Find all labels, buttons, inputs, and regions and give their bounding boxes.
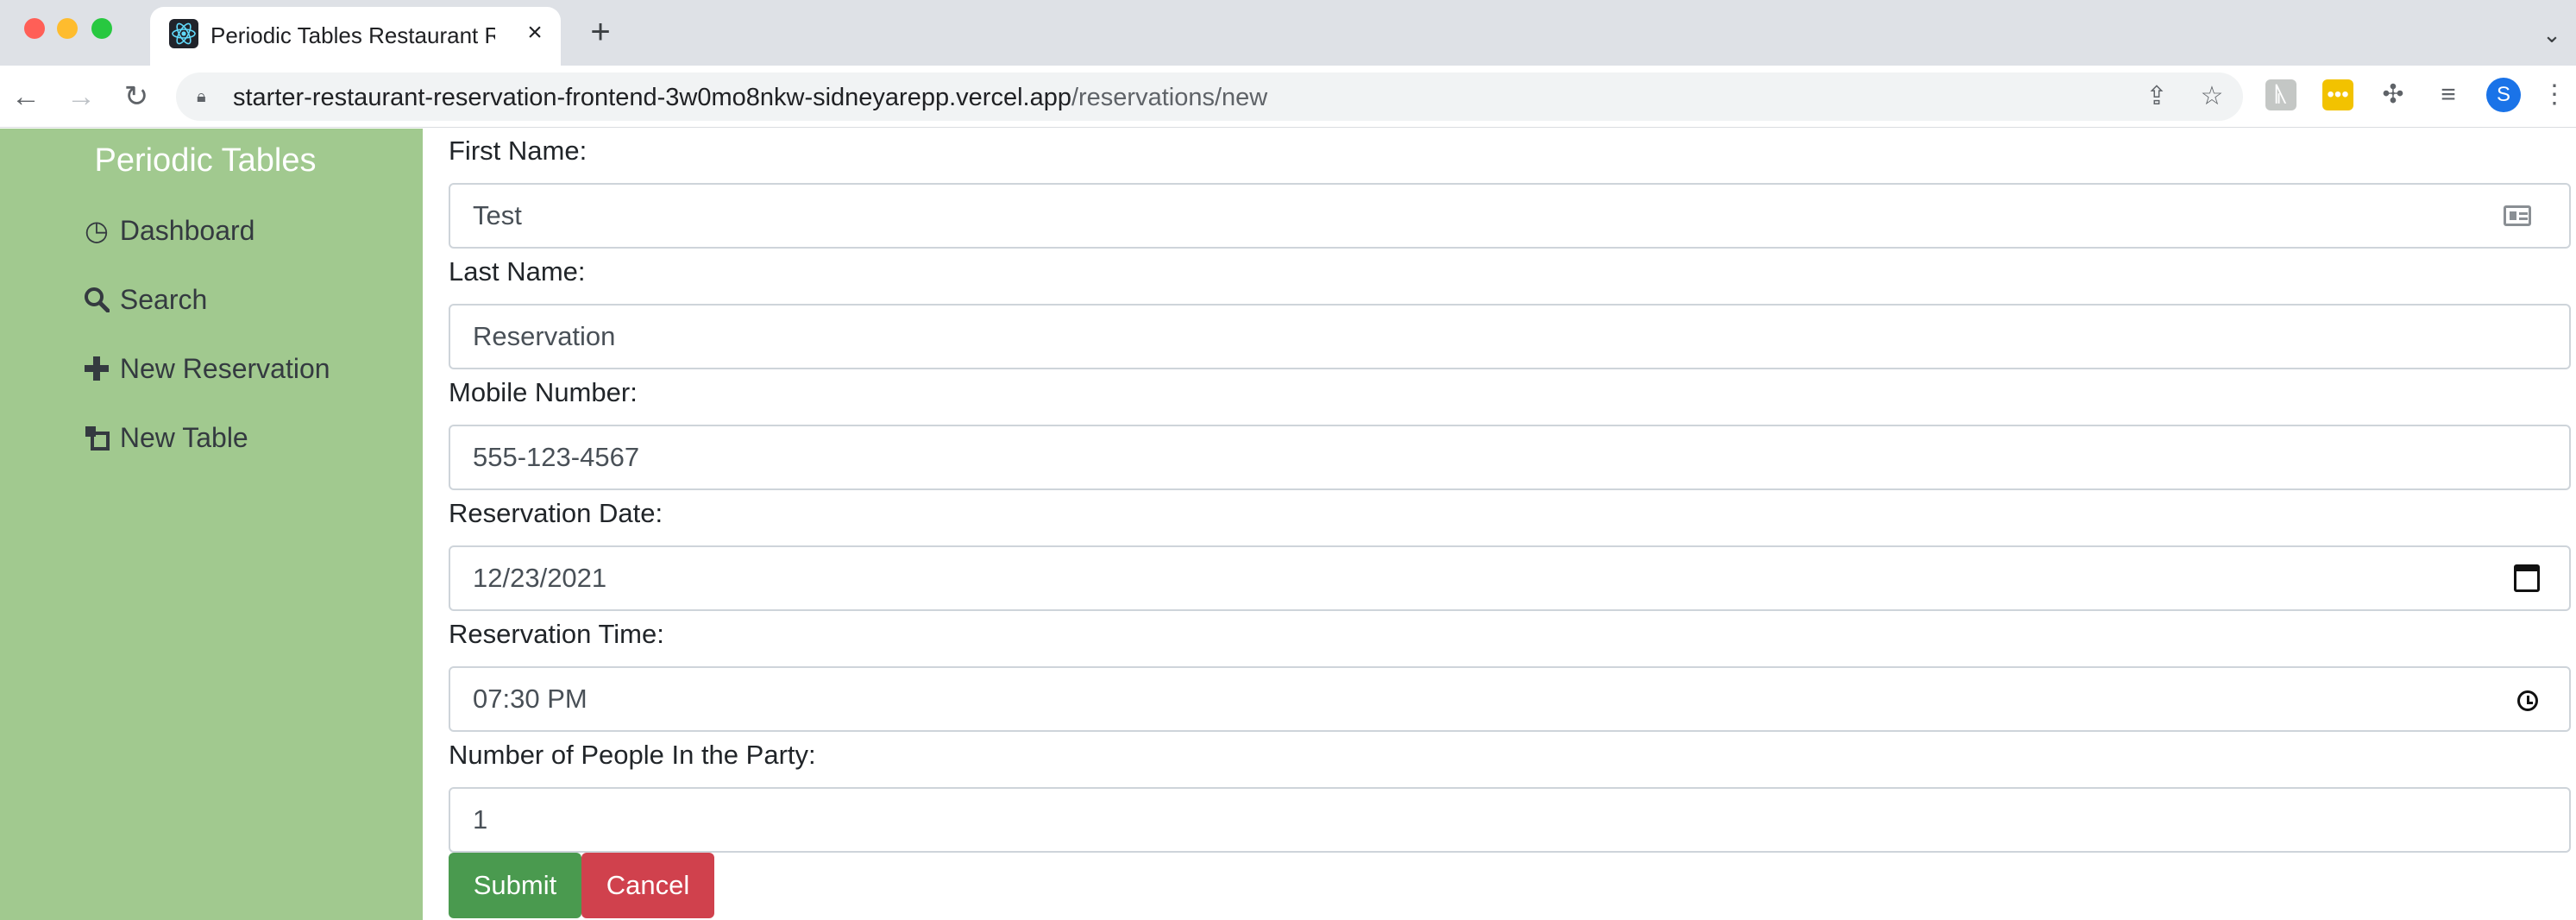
- dashboard-icon: ◷: [85, 215, 109, 246]
- search-icon: [81, 279, 112, 320]
- reservation-date-input[interactable]: 12/23/2021: [449, 545, 2571, 611]
- reservation-time-value: 07:30 PM: [473, 684, 587, 714]
- sidebar-item-label: Dashboard: [119, 215, 255, 246]
- share-icon[interactable]: ⇪: [2141, 81, 2172, 112]
- url-host: starter-restaurant-reservation-frontend-…: [233, 84, 1071, 111]
- calendar-icon[interactable]: [2514, 564, 2540, 592]
- reservation-time-label: Reservation Time:: [449, 619, 664, 649]
- sidebar-item-label: New Reservation: [119, 353, 330, 384]
- browser-tab-bar: Periodic Tables Restaurant Reservation ×…: [0, 0, 2576, 66]
- last-name-value: Reservation: [473, 321, 616, 351]
- mobile-number-value: 555-123-4567: [473, 442, 640, 472]
- url-text: starter-restaurant-reservation-frontend-…: [233, 84, 1267, 112]
- star-icon[interactable]: ☆: [2196, 81, 2227, 112]
- close-window-button[interactable]: [24, 18, 45, 39]
- maximize-window-button[interactable]: [91, 18, 112, 39]
- cancel-button[interactable]: Cancel: [581, 853, 714, 918]
- extension-icon[interactable]: •••: [2322, 79, 2353, 110]
- avatar[interactable]: S: [2486, 78, 2521, 112]
- brand-title[interactable]: Periodic Tables: [0, 142, 411, 180]
- people-input[interactable]: 1: [449, 787, 2571, 853]
- sidebar-item-label: Search: [119, 284, 208, 315]
- reservation-date-label: Reservation Date:: [449, 498, 663, 528]
- lock-icon: 🔒︎: [197, 87, 206, 106]
- browser-tab[interactable]: Periodic Tables Restaurant Reservation ×: [150, 7, 561, 66]
- reservation-date-value: 12/23/2021: [473, 563, 607, 593]
- sidebar-item-label: New Table: [119, 422, 248, 453]
- puzzle-icon[interactable]: ✣: [2378, 79, 2409, 110]
- sidebar-item-new-table[interactable]: New Table: [81, 417, 248, 458]
- sidebar: Periodic Tables ◷ Dashboard Search New R…: [0, 129, 423, 920]
- contact-card-icon[interactable]: [2504, 205, 2531, 226]
- plus-icon: [81, 348, 112, 389]
- menu-icon[interactable]: ⋮: [2541, 79, 2567, 110]
- last-name-label: Last Name:: [449, 256, 586, 287]
- reservation-time-input[interactable]: 07:30 PM: [449, 666, 2571, 732]
- first-name-value: Test: [473, 200, 522, 230]
- address-bar[interactable]: 🔒︎ starter-restaurant-reservation-fronte…: [176, 72, 2243, 121]
- sidebar-item-dashboard[interactable]: ◷ Dashboard: [81, 210, 254, 251]
- last-name-input[interactable]: Reservation: [449, 304, 2571, 369]
- sidebar-item-search[interactable]: Search: [81, 279, 207, 320]
- first-name-label: First Name:: [449, 135, 587, 166]
- browser-toolbar: ← → ↻ 🔒︎ starter-restaurant-reservation-…: [0, 66, 2576, 128]
- reload-icon[interactable]: ↻: [117, 78, 155, 116]
- react-icon: [169, 19, 198, 48]
- sidebar-item-new-reservation[interactable]: New Reservation: [81, 348, 330, 389]
- clock-icon[interactable]: [2517, 690, 2538, 711]
- extension-icon[interactable]: ᚣ: [2265, 79, 2296, 110]
- table-icon: [81, 417, 112, 458]
- mobile-number-label: Mobile Number:: [449, 377, 638, 407]
- submit-button[interactable]: Submit: [449, 853, 581, 918]
- forward-icon[interactable]: →: [62, 78, 100, 116]
- people-label: Number of People In the Party:: [449, 740, 816, 770]
- tab-title: Periodic Tables Restaurant Reservation: [210, 22, 495, 48]
- chevron-down-icon[interactable]: ⌄: [2536, 19, 2567, 50]
- back-icon[interactable]: ←: [7, 78, 45, 116]
- url-path: /reservations/new: [1071, 84, 1268, 111]
- mobile-number-input[interactable]: 555-123-4567: [449, 425, 2571, 490]
- first-name-input[interactable]: Test: [449, 183, 2571, 249]
- close-tab-icon[interactable]: ×: [519, 17, 550, 48]
- people-value: 1: [473, 804, 488, 835]
- media-icon[interactable]: ≡: [2433, 79, 2464, 110]
- new-tab-button[interactable]: +: [583, 15, 618, 50]
- minimize-window-button[interactable]: [57, 18, 78, 39]
